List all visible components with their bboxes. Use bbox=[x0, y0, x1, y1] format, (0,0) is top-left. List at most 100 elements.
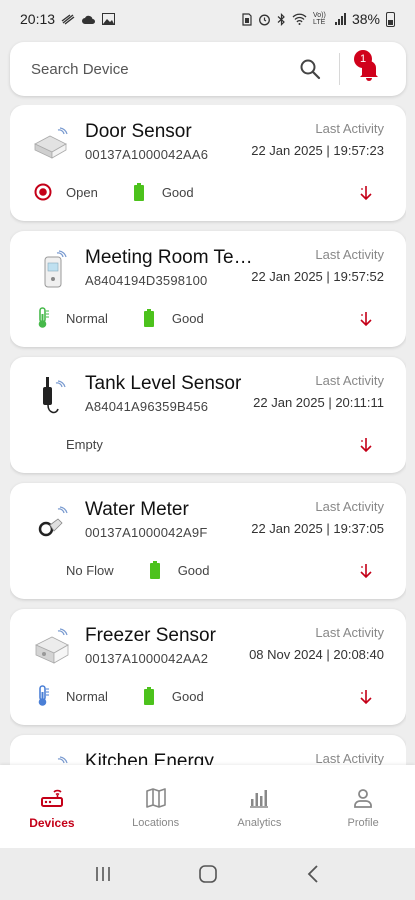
bottom-nav: Devices Locations Analytics Profile bbox=[0, 765, 415, 848]
expand-button[interactable] bbox=[356, 309, 376, 329]
status-bar: 20:13 Vo)) LTE 38% bbox=[0, 0, 415, 38]
device-name: Door Sensor bbox=[85, 121, 192, 142]
expand-button[interactable] bbox=[356, 561, 376, 581]
back-icon bbox=[307, 865, 318, 883]
last-activity-time: 22 Jan 2025 | 19:37:05 bbox=[251, 521, 384, 536]
device-id: A8404194D3598100 bbox=[85, 273, 208, 288]
map-icon bbox=[143, 785, 169, 811]
battery-text: Good bbox=[177, 562, 210, 578]
battery-percent: 38% bbox=[351, 11, 380, 27]
search-icon bbox=[300, 59, 321, 80]
nav-label: Locations bbox=[132, 816, 180, 829]
device-id: A84041A96359B456 bbox=[85, 399, 209, 414]
battery-icon bbox=[144, 559, 166, 581]
device-name: Tank Level Sensor bbox=[85, 373, 242, 394]
battery-text: Good bbox=[161, 184, 194, 200]
signal-icon bbox=[334, 13, 346, 25]
search-input[interactable] bbox=[31, 60, 297, 78]
device-card-tank-level[interactable]: Tank Level Sensor A84041A96359B456 Last … bbox=[10, 357, 406, 473]
last-activity-label: Last Activity bbox=[315, 625, 384, 640]
chevron-down-icon bbox=[360, 186, 372, 201]
battery-icon bbox=[138, 307, 160, 329]
last-activity-label: Last Activity bbox=[315, 751, 384, 765]
last-activity-label: Last Activity bbox=[315, 499, 384, 514]
cloud-icon bbox=[82, 15, 96, 24]
home-button[interactable] bbox=[188, 854, 228, 894]
sim-icon bbox=[242, 12, 252, 26]
router-icon bbox=[39, 784, 65, 810]
status-row: No Flow Good bbox=[32, 559, 210, 581]
battery-icon bbox=[128, 181, 150, 203]
chevron-down-icon bbox=[360, 438, 372, 453]
status-text: Open bbox=[66, 184, 98, 200]
last-activity-time: 22 Jan 2025 | 19:57:52 bbox=[251, 269, 384, 284]
notifications-button[interactable]: 1 bbox=[354, 50, 384, 84]
device-card-kitchen-energy[interactable]: Kitchen Energy Last Activity bbox=[10, 735, 406, 765]
alarm-icon bbox=[259, 14, 270, 25]
status-left: 20:13 bbox=[20, 11, 116, 27]
nav-locations[interactable]: Locations bbox=[104, 765, 208, 848]
last-activity-label: Last Activity bbox=[315, 121, 384, 136]
system-nav-bar bbox=[0, 848, 415, 900]
recents-button[interactable] bbox=[83, 854, 123, 894]
nav-profile[interactable]: Profile bbox=[311, 765, 415, 848]
device-name: Meeting Room Temp Sensor bbox=[85, 247, 260, 268]
device-card-freezer-sensor[interactable]: Freezer Sensor 00137A1000042AA2 Last Act… bbox=[10, 609, 406, 725]
status-text: No Flow bbox=[66, 562, 114, 578]
search-divider bbox=[339, 53, 340, 85]
back-button[interactable] bbox=[293, 854, 333, 894]
last-activity-time: 22 Jan 2025 | 20:11:11 bbox=[253, 395, 384, 410]
status-row: Empty bbox=[32, 433, 103, 455]
expand-button[interactable] bbox=[356, 435, 376, 455]
bluetooth-icon bbox=[277, 12, 285, 26]
wifi-calling-icon bbox=[61, 14, 75, 25]
status-time: 20:13 bbox=[20, 11, 56, 27]
home-icon bbox=[198, 865, 217, 883]
volte-label: Vo)) LTE bbox=[312, 12, 326, 26]
nav-label: Profile bbox=[347, 816, 379, 829]
search-card: 1 bbox=[10, 42, 406, 96]
device-card-door-sensor[interactable]: Door Sensor 00137A1000042AA6 Last Activi… bbox=[10, 105, 406, 221]
device-card-meeting-room-temp[interactable]: Meeting Room Temp Sensor A8404194D359810… bbox=[10, 231, 406, 347]
energy-sensor-icon bbox=[32, 753, 74, 765]
notification-badge: 1 bbox=[354, 50, 372, 68]
wifi-icon bbox=[292, 13, 307, 25]
search-button[interactable] bbox=[297, 56, 323, 82]
record-icon bbox=[32, 181, 54, 203]
status-text: Empty bbox=[66, 436, 103, 452]
battery-status-icon bbox=[386, 11, 395, 27]
device-id: 00137A1000042AA6 bbox=[85, 147, 209, 162]
device-list[interactable]: Door Sensor 00137A1000042AA6 Last Activi… bbox=[10, 105, 406, 765]
freezer-sensor-icon bbox=[32, 627, 74, 669]
battery-text: Good bbox=[171, 310, 204, 326]
last-activity-time: 08 Nov 2024 | 20:08:40 bbox=[249, 647, 384, 662]
device-name: Kitchen Energy bbox=[85, 751, 214, 765]
status-row: Normal Good bbox=[32, 685, 204, 707]
last-activity-time: 22 Jan 2025 | 19:57:23 bbox=[251, 143, 384, 158]
status-row: Open Good bbox=[32, 181, 194, 203]
nav-analytics[interactable]: Analytics bbox=[208, 765, 312, 848]
tank-level-sensor-icon bbox=[32, 375, 74, 417]
nav-label: Devices bbox=[29, 815, 75, 830]
chevron-down-icon bbox=[360, 312, 372, 327]
water-meter-icon bbox=[32, 501, 74, 543]
device-name: Water Meter bbox=[85, 499, 189, 520]
recents-icon bbox=[95, 867, 110, 881]
last-activity-label: Last Activity bbox=[315, 247, 384, 262]
device-card-water-meter[interactable]: Water Meter 00137A1000042A9F Last Activi… bbox=[10, 483, 406, 599]
expand-button[interactable] bbox=[356, 183, 376, 203]
thermometer-icon bbox=[32, 307, 54, 329]
bar-chart-icon bbox=[246, 785, 272, 811]
device-id: 00137A1000042AA2 bbox=[85, 651, 209, 666]
status-text: Normal bbox=[66, 310, 108, 326]
expand-button[interactable] bbox=[356, 687, 376, 707]
nav-devices[interactable]: Devices bbox=[0, 765, 104, 848]
gallery-icon bbox=[102, 13, 116, 25]
battery-icon bbox=[138, 685, 160, 707]
person-icon bbox=[350, 785, 376, 811]
status-icon-placeholder bbox=[32, 433, 54, 455]
temperature-sensor-icon bbox=[32, 249, 74, 291]
battery-text: Good bbox=[171, 688, 204, 704]
device-name: Freezer Sensor bbox=[85, 625, 216, 646]
door-sensor-icon bbox=[32, 123, 74, 165]
